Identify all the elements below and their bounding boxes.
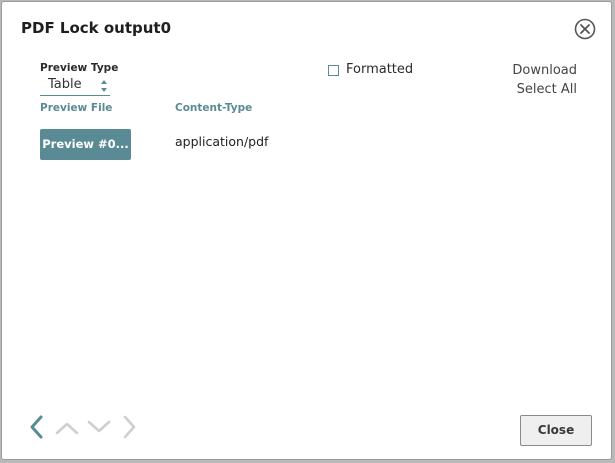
column-header-content-type: Content-Type bbox=[175, 102, 253, 114]
chevron-left-icon[interactable] bbox=[26, 414, 50, 440]
content-type-value: application/pdf bbox=[175, 134, 269, 149]
chevron-right-icon[interactable] bbox=[118, 414, 142, 440]
formatted-label: Formatted bbox=[346, 62, 414, 77]
download-link[interactable]: Download bbox=[512, 63, 577, 78]
up-down-arrows-icon bbox=[101, 80, 107, 92]
preview-file-button[interactable]: Preview #0... bbox=[40, 129, 131, 160]
close-button[interactable]: Close bbox=[520, 415, 592, 446]
dialog-title: PDF Lock output0 bbox=[21, 19, 172, 37]
formatted-checkbox[interactable] bbox=[328, 65, 339, 76]
chevron-down-icon[interactable] bbox=[87, 414, 111, 440]
column-header-preview-file: Preview File bbox=[40, 102, 113, 114]
select-all-link[interactable]: Select All bbox=[517, 82, 577, 97]
preview-type-value: Table bbox=[48, 77, 82, 92]
pdf-lock-preview-dialog: PDF Lock output0 Preview Type Table Form… bbox=[1, 1, 612, 460]
chevron-up-icon[interactable] bbox=[55, 414, 79, 440]
preview-type-label: Preview Type bbox=[40, 62, 119, 74]
close-circle-icon[interactable] bbox=[574, 18, 596, 40]
preview-type-select[interactable]: Table bbox=[40, 76, 110, 96]
